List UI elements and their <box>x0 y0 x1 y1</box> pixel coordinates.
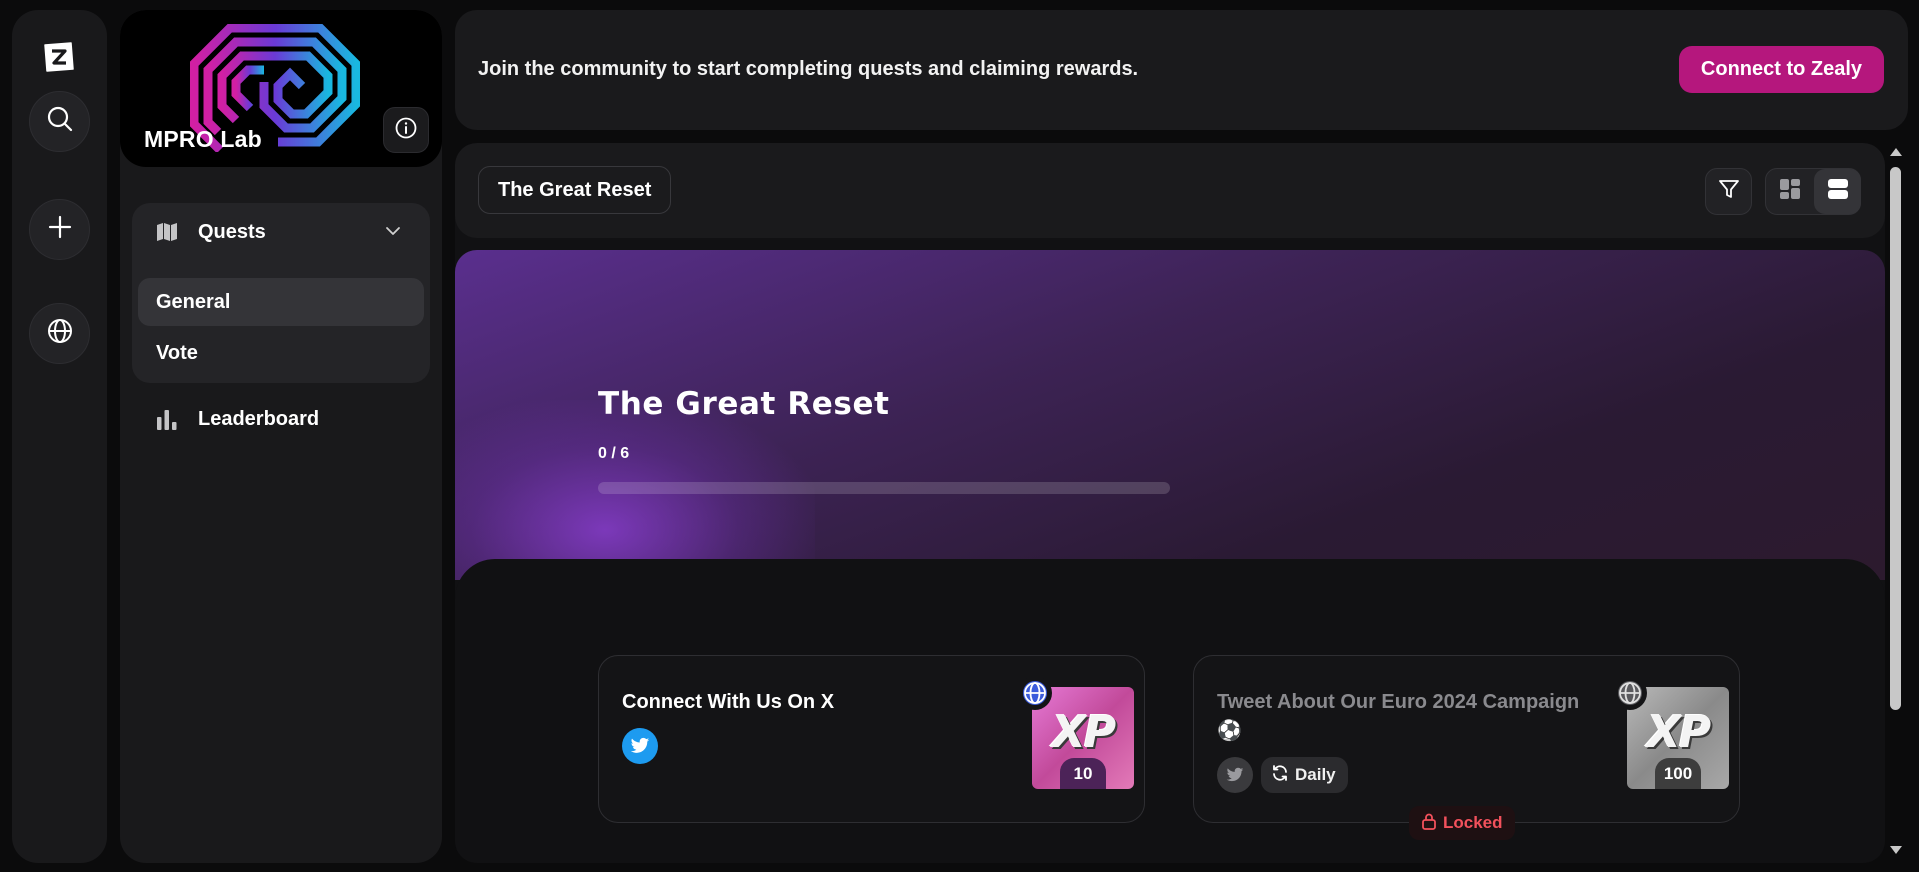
join-banner: Join the community to start completing q… <box>455 10 1908 130</box>
xp-reward-value: 100 <box>1655 758 1701 789</box>
refresh-icon <box>1271 764 1289 787</box>
locked-badge: Locked <box>1409 806 1515 840</box>
search-icon <box>46 105 74 138</box>
recurrence-label: Daily <box>1295 765 1336 784</box>
nav-item-vote[interactable]: Vote <box>138 329 424 377</box>
leaderboard-label: Leaderboard <box>198 408 320 430</box>
chevron-down-icon <box>385 224 401 242</box>
quest-title: Tweet About Our Euro 2024 Campaign ⚽ <box>1217 691 1580 742</box>
scroll-up-arrow-icon[interactable] <box>1888 145 1904 164</box>
module-progress-bar <box>598 482 1170 494</box>
scroll-thumb[interactable] <box>1890 167 1901 710</box>
quest-title: Connect With Us On X <box>622 691 835 713</box>
twitter-icon <box>1217 757 1253 793</box>
module-progress-text: 0 / 6 <box>598 445 630 462</box>
filter-icon <box>1718 178 1740 205</box>
plus-icon <box>47 214 73 245</box>
app-rail <box>12 10 107 863</box>
zealy-logo-icon[interactable] <box>40 38 78 76</box>
community-sidebar: MPRO Lab Quests General Vote Leaderboard <box>120 10 442 863</box>
quests-nav-toggle[interactable]: Quests <box>132 203 430 259</box>
grid-view-icon <box>1779 178 1801 205</box>
xp-reward-value: 10 <box>1060 758 1106 789</box>
join-banner-text: Join the community to start completing q… <box>478 58 1139 80</box>
globe-icon <box>46 317 74 350</box>
quest-card-locked[interactable]: Tweet About Our Euro 2024 Campaign ⚽ Dai… <box>1193 655 1740 840</box>
xp-tile-text: XP <box>1646 707 1711 758</box>
search-button[interactable] <box>29 91 90 152</box>
main-scrollbar[interactable] <box>1886 143 1906 863</box>
module-title: The Great Reset <box>598 386 890 422</box>
list-view-button[interactable] <box>1814 169 1861 214</box>
view-toggle-group <box>1765 168 1861 215</box>
filter-button[interactable] <box>1705 168 1752 215</box>
quest-board: The Great Reset The Great Reset 0 / 6 Co… <box>455 143 1885 863</box>
globe-icon <box>1018 676 1052 710</box>
nav-item-general[interactable]: General <box>138 278 424 326</box>
module-hero: The Great Reset 0 / 6 <box>455 250 1885 580</box>
module-filter-chip[interactable]: The Great Reset <box>478 166 672 214</box>
grid-view-button[interactable] <box>1766 169 1813 214</box>
bar-chart-icon <box>156 409 178 436</box>
recurrence-chip: Daily <box>1261 757 1348 793</box>
info-icon <box>394 116 418 145</box>
connect-to-zealy-button[interactable]: Connect to Zealy <box>1679 46 1884 93</box>
globe-icon <box>1613 676 1647 710</box>
community-name: MPRO Lab <box>144 126 262 152</box>
quests-nav-section: Quests General Vote <box>132 203 430 383</box>
locked-label: Locked <box>1443 813 1503 832</box>
quests-nav-label: Quests <box>198 221 266 243</box>
map-icon <box>156 222 178 247</box>
community-info-button[interactable] <box>383 107 429 153</box>
quest-card[interactable]: Connect With Us On X XP 10 <box>598 655 1145 823</box>
community-header: MPRO Lab <box>120 10 442 167</box>
xp-tile-text: XP <box>1051 707 1116 758</box>
lock-icon <box>1421 812 1437 835</box>
quest-toolbar: The Great Reset <box>455 143 1885 238</box>
quest-list: Connect With Us On X XP 10 Tweet About O… <box>455 559 1885 863</box>
create-community-button[interactable] <box>29 199 90 260</box>
list-view-icon <box>1827 178 1849 205</box>
explore-communities-button[interactable] <box>29 303 90 364</box>
nav-item-leaderboard[interactable]: Leaderboard <box>132 398 430 442</box>
scroll-down-arrow-icon[interactable] <box>1888 843 1904 862</box>
twitter-icon <box>622 728 658 764</box>
